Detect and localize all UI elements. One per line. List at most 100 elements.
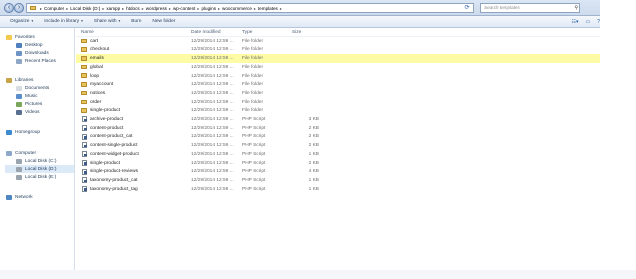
file-row[interactable]: taxonomy-product_tag 12/29/2014 12:59 ...… — [76, 185, 600, 194]
file-name: single-product — [90, 160, 121, 166]
burn-button[interactable]: Burn — [131, 19, 141, 24]
column-header-row: Name Date modified Type Size — [76, 28, 600, 37]
file-row[interactable]: notices 12/29/2014 12:59 ... File folder — [76, 89, 600, 98]
breadcrumb-plugins[interactable]: plugins — [201, 6, 216, 11]
breadcrumb-htdocs[interactable]: htdocs — [126, 6, 140, 11]
file-type: PHP Script — [242, 169, 266, 175]
nav-downloads-label: Downloads — [25, 50, 49, 56]
file-row[interactable]: taxonomy-product_cat 12/29/2014 12:59 ...… — [76, 176, 600, 185]
file-date-modified: 12/29/2014 12:59 ... — [191, 134, 234, 140]
file-size: 3 KB — [308, 117, 319, 123]
file-row[interactable]: myaccount 12/29/2014 12:59 ... File folder — [76, 81, 600, 90]
file-date-modified: 12/29/2014 12:59 ... — [191, 186, 234, 192]
preview-pane-icon[interactable]: ▭ — [585, 19, 590, 25]
file-row[interactable]: single-product 12/29/2014 12:59 ... File f… — [76, 107, 600, 116]
nav-homegroup[interactable]: Homegroup — [6, 128, 40, 136]
folder-icon — [81, 73, 87, 78]
file-name: emails — [90, 56, 104, 62]
file-name: content-product — [90, 125, 124, 131]
file-date-modified: 12/29/2014 12:59 ... — [191, 47, 234, 53]
chevron-right-icon: ▸ — [102, 5, 105, 11]
nav-local-disk-e-label: Local Disk (E:) — [25, 174, 57, 180]
chevron-right-icon: ▸ — [40, 5, 43, 11]
file-row[interactable]: emails 12/29/2014 12:59 ... File folder — [76, 54, 600, 64]
address-field[interactable]: ▸ Computer ▸ Local Disk (D:) ▸ xampp ▸ h… — [26, 3, 474, 13]
column-header-size[interactable]: Size — [292, 30, 301, 35]
file-date-modified: 12/29/2014 12:59 ... — [191, 73, 234, 79]
view-controls: ☷▾ ▭ ? — [571, 16, 600, 28]
file-row[interactable]: content-single-product 12/29/2014 12:59 .… — [76, 141, 600, 150]
nav-desktop-label: Desktop — [25, 42, 43, 48]
file-row[interactable]: single-product 12/29/2014 12:59 ... PHP Sc… — [76, 159, 600, 168]
nav-libraries[interactable]: Libraries — [6, 76, 33, 84]
php-file-icon — [82, 185, 87, 192]
column-header-name[interactable]: Name — [81, 30, 94, 35]
nav-downloads[interactable]: Downloads — [16, 49, 49, 57]
nav-desktop[interactable]: Desktop — [16, 41, 43, 49]
file-row[interactable]: checkout 12/29/2014 12:59 ... File folder — [76, 46, 600, 55]
file-name: single-product-reviews — [90, 169, 138, 175]
file-row[interactable]: content-widget-product 12/29/2014 12:59 .… — [76, 150, 600, 159]
file-row[interactable]: global 12/29/2014 12:59 ... File folder — [76, 63, 600, 72]
homegroup-icon — [6, 129, 12, 135]
search-icon[interactable]: ⚲ — [574, 4, 578, 12]
column-header-date-modified[interactable]: Date modified — [191, 30, 221, 35]
search-input[interactable]: Search templates ⚲ — [480, 3, 580, 13]
nav-recent-places[interactable]: Recent Places — [16, 57, 56, 65]
organize-button[interactable]: Organize ▾ — [10, 19, 33, 24]
nav-music[interactable]: Music — [16, 92, 38, 100]
file-row[interactable]: order 12/29/2014 12:59 ... File folder — [76, 98, 600, 107]
nav-computer[interactable]: Computer — [6, 149, 36, 157]
nav-local-disk-e[interactable]: Local Disk (E:) — [16, 173, 56, 181]
share-with-button[interactable]: Share with ▾ — [94, 19, 120, 24]
nav-network[interactable]: Network — [6, 193, 33, 201]
file-row[interactable]: loop 12/29/2014 12:59 ... File folder — [76, 72, 600, 81]
chevron-right-icon: ▸ — [197, 5, 200, 11]
file-name: content-product_cat — [90, 134, 133, 140]
file-date-modified: 12/29/2014 12:59 ... — [191, 64, 234, 70]
breadcrumb-wp-content[interactable]: wp-content — [173, 6, 195, 11]
forward-button[interactable]: › — [14, 3, 24, 13]
nav-favorites[interactable]: Favorites — [6, 33, 35, 41]
breadcrumb-local-disk-d[interactable]: Local Disk (D:) — [70, 6, 100, 11]
file-type: File folder — [242, 82, 264, 88]
file-row[interactable]: cart 12/29/2014 12:59 ... File folder — [76, 37, 600, 46]
help-icon[interactable]: ? — [597, 19, 600, 25]
file-name: taxonomy-product_tag — [90, 186, 138, 192]
column-header-type[interactable]: Type — [242, 30, 252, 35]
nav-homegroup-label: Homegroup — [15, 129, 41, 135]
change-view-icon[interactable]: ☷▾ — [571, 19, 578, 25]
breadcrumb-xampp[interactable]: xampp — [106, 6, 120, 11]
file-date-modified: 12/29/2014 12:59 ... — [191, 56, 234, 62]
nav-documents[interactable]: Documents — [16, 84, 49, 92]
file-type: File folder — [242, 99, 264, 105]
refresh-icon[interactable]: ⟳ — [462, 3, 472, 13]
php-file-icon — [82, 177, 87, 184]
folder-icon — [81, 82, 87, 87]
nav-local-disk-d[interactable]: Local Disk (D:) — [5, 165, 74, 173]
php-file-icon — [82, 168, 87, 175]
disk-icon — [16, 174, 22, 180]
breadcrumb-woocommerce[interactable]: woocommerce — [222, 6, 252, 11]
breadcrumb-wordpress[interactable]: wordpress — [146, 6, 167, 11]
new-folder-button[interactable]: New folder — [152, 19, 175, 24]
file-row[interactable]: content-product 12/29/2014 12:59 ... PHP S… — [76, 124, 600, 133]
nav-local-disk-c[interactable]: Local Disk (C:) — [16, 157, 56, 165]
libraries-icon — [6, 77, 12, 83]
file-row[interactable]: content-product_cat 12/29/2014 12:59 ... P… — [76, 133, 600, 142]
nav-videos-label: Videos — [25, 109, 40, 115]
breadcrumb-templates[interactable]: templates — [258, 6, 278, 11]
address-bar-area: ‹ › ▸ Computer ▸ Local Disk (D:) ▸ xampp… — [0, 0, 600, 16]
file-row[interactable]: single-product-reviews 12/29/2014 12:59 .… — [76, 168, 600, 177]
breadcrumb-computer[interactable]: Computer — [44, 6, 64, 11]
file-row[interactable]: archive-product 12/29/2014 12:59 ... PHP S… — [76, 115, 600, 124]
recent-places-icon — [16, 58, 22, 64]
share-with-label: Share with — [93, 19, 117, 24]
nav-videos[interactable]: Videos — [16, 108, 40, 116]
nav-pictures[interactable]: Pictures — [16, 100, 42, 108]
chevron-right-icon: ▸ — [141, 5, 144, 11]
file-date-modified: 12/29/2014 12:59 ... — [191, 151, 234, 157]
back-button[interactable]: ‹ — [4, 3, 14, 13]
include-in-library-button[interactable]: Include in library ▾ — [44, 19, 83, 24]
nav-computer-label: Computer — [15, 150, 37, 156]
